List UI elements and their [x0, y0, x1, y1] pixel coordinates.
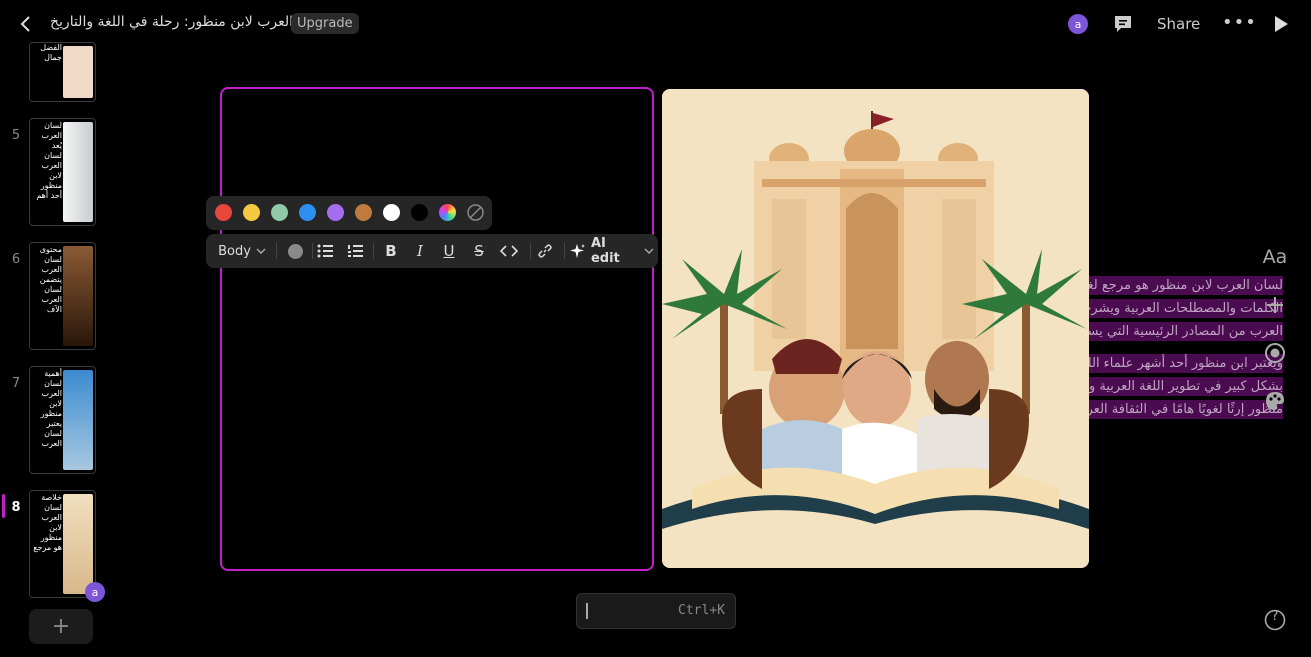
color-swatch-purple[interactable] — [327, 204, 344, 221]
no-color-button[interactable] — [467, 204, 484, 221]
sparkle-icon — [570, 244, 585, 258]
slide-illustration[interactable] — [662, 89, 1089, 568]
thumbnail-image — [63, 370, 93, 470]
back-button[interactable] — [14, 12, 38, 36]
divider — [530, 243, 531, 259]
color-swatch-white[interactable] — [383, 204, 400, 221]
record-icon — [1265, 343, 1285, 363]
slide-thumbnail-4[interactable]: أبو الفضل جمال — [29, 42, 96, 102]
bold-icon: B — [385, 242, 397, 260]
color-swatch-black[interactable] — [411, 204, 428, 221]
more-options-button[interactable]: ••• — [1222, 12, 1257, 33]
underline-button[interactable]: U — [436, 234, 462, 268]
thumbnail-image — [63, 246, 93, 346]
numbered-list-icon — [348, 245, 363, 257]
collaborator-avatar: a — [85, 582, 105, 602]
link-icon — [538, 244, 552, 258]
link-button[interactable] — [532, 234, 558, 268]
numbered-list-button[interactable] — [342, 234, 368, 268]
palette-icon — [1266, 392, 1284, 410]
color-swatch-blue[interactable] — [299, 204, 316, 221]
document-title[interactable]: لسان العرب لابن منظور: رحلة في اللغة وال… — [50, 14, 329, 30]
selected-text-box[interactable] — [220, 87, 654, 571]
no-color-icon — [467, 204, 484, 221]
thumbnail-text: خلاصة لسان العرب لابن منظور هو مرجع — [33, 493, 62, 552]
thumbnail-image — [63, 494, 93, 594]
thumbnail-text: لسان العرب يُعد لسان العرب لابن منظور أح… — [36, 121, 62, 200]
chevron-left-icon — [20, 16, 30, 32]
slide-thumbnail-8[interactable]: خلاصة لسان العرب لابن منظور هو مرجع — [29, 490, 96, 598]
text-color-icon — [287, 243, 303, 259]
present-button[interactable] — [1272, 14, 1290, 38]
slide-number: 7 — [11, 376, 21, 391]
color-swatch-green[interactable] — [271, 204, 288, 221]
slide-thumbnail-6[interactable]: محتوى لسان العرب يتضمن لسان العرب الآف — [29, 242, 96, 350]
divider — [564, 243, 565, 259]
strikethrough-icon: S — [474, 242, 484, 260]
custom-color-swatch[interactable] — [439, 204, 456, 221]
illustration-graphic — [662, 89, 1089, 568]
comment-icon — [1115, 16, 1131, 32]
text-cursor — [586, 603, 588, 619]
color-swatch-yellow[interactable] — [243, 204, 260, 221]
color-swatch-brown[interactable] — [355, 204, 372, 221]
command-input[interactable]: Ctrl+K — [576, 593, 736, 629]
ai-edit-button[interactable]: AI edit — [570, 234, 654, 268]
divider — [373, 243, 374, 259]
formatting-toolbar: Body B I U S AI edit — [206, 234, 658, 268]
chevron-down-icon — [256, 248, 266, 254]
play-icon — [1275, 16, 1288, 32]
strikethrough-button[interactable]: S — [466, 234, 492, 268]
record-button[interactable] — [1262, 340, 1288, 366]
help-label: ? — [1271, 609, 1279, 624]
text-color-button[interactable] — [282, 234, 308, 268]
text-style-dropdown[interactable]: Body — [216, 234, 268, 268]
thumbnail-image — [63, 122, 93, 222]
code-icon — [500, 245, 518, 257]
shortcut-hint: Ctrl+K — [678, 603, 725, 618]
color-picker-toolbar — [206, 196, 492, 230]
text-styles-button[interactable]: Aa — [1262, 244, 1288, 270]
bold-button[interactable]: B — [378, 234, 404, 268]
add-slide-button[interactable]: + — [29, 609, 93, 644]
underline-icon: U — [443, 242, 455, 260]
thumbnail-text: أهمية لسان العرب لابن منظور يعتبر لسان ا… — [40, 369, 62, 448]
text-style-label: Body — [218, 243, 251, 259]
bullet-list-icon — [317, 244, 333, 258]
help-button[interactable]: ? — [1262, 607, 1288, 633]
slide-thumbnail-7[interactable]: أهمية لسان العرب لابن منظور يعتبر لسان ا… — [29, 366, 96, 474]
comment-button[interactable] — [1112, 13, 1134, 35]
color-swatch-red[interactable] — [215, 204, 232, 221]
italic-button[interactable]: I — [407, 234, 433, 268]
slide-number: 5 — [11, 128, 21, 143]
share-button[interactable]: Share — [1157, 15, 1200, 33]
slide-number: 8 — [11, 500, 21, 515]
bullet-list-button[interactable] — [312, 234, 338, 268]
plus-icon — [1267, 297, 1283, 313]
ai-edit-label: AI edit — [590, 236, 620, 266]
code-button[interactable] — [496, 234, 522, 268]
active-slide-indicator — [2, 494, 5, 518]
slide-thumbnail-5[interactable]: لسان العرب يُعد لسان العرب لابن منظور أح… — [29, 118, 96, 226]
chevron-down-icon — [644, 248, 654, 254]
thumbnail-text: محتوى لسان العرب يتضمن لسان العرب الآف — [39, 245, 62, 314]
theme-button[interactable] — [1262, 388, 1288, 414]
upgrade-button[interactable]: Upgrade — [291, 13, 359, 34]
slide-number: 6 — [11, 252, 21, 267]
add-element-button[interactable] — [1262, 292, 1288, 318]
italic-icon: I — [417, 242, 423, 260]
divider — [276, 243, 277, 259]
user-avatar[interactable]: a — [1068, 14, 1088, 34]
thumbnail-image — [63, 46, 93, 98]
thumbnail-text: أبو الفضل جمال — [40, 43, 62, 62]
